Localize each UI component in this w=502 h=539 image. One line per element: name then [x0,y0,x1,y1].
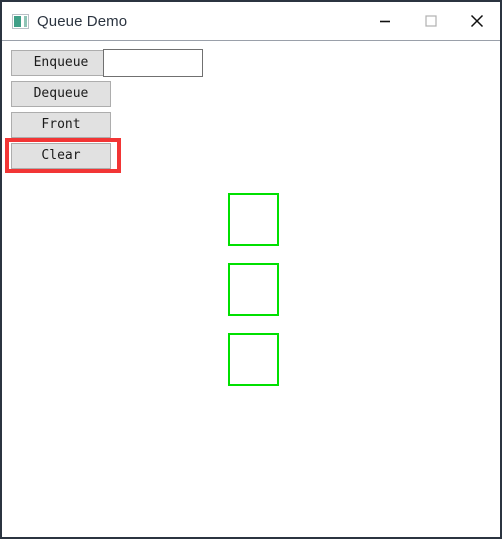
minimize-icon [380,20,390,23]
app-window-icon [12,13,29,29]
maximize-icon [425,15,437,27]
queue-visualization [2,41,500,537]
queue-cell [228,333,279,386]
window-controls [362,2,500,40]
close-icon [470,14,484,28]
window-title: Queue Demo [37,12,128,30]
queue-cell [228,263,279,316]
close-button[interactable] [454,2,500,40]
queue-cell [228,193,279,246]
minimize-button[interactable] [362,2,408,40]
app-window: Queue Demo Enqueue Dequeue Front Clear [0,0,502,539]
title-bar[interactable]: Queue Demo [2,2,500,41]
maximize-button[interactable] [408,2,454,40]
client-area: Enqueue Dequeue Front Clear [2,41,500,537]
